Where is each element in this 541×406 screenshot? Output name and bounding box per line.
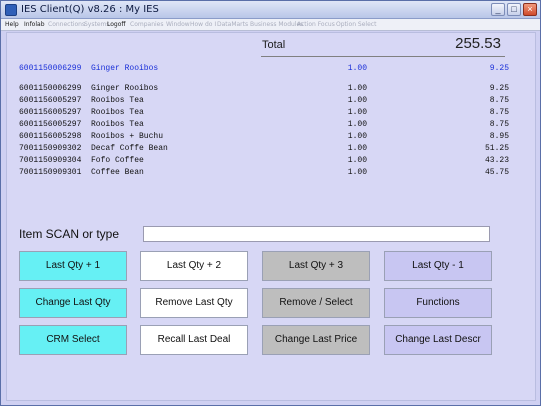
current-line-code: 6001150006299 <box>19 64 82 73</box>
change-last-descr-button[interactable]: Change Last Descr <box>384 325 492 355</box>
menu-datamarts: DataMarts <box>217 21 249 28</box>
menu-systems: Systems <box>84 21 110 28</box>
line-amount: 8.75 <box>489 96 509 105</box>
crm-select-button[interactable]: CRM Select <box>19 325 127 355</box>
current-line-description: Ginger Rooibos <box>91 64 159 73</box>
last-qty-plus-2-button[interactable]: Last Qty + 2 <box>140 251 248 281</box>
line-code: 6001156005298 <box>19 132 82 141</box>
title-bar: IES Client(Q) v8.26 : My IES _ □ × <box>1 1 540 19</box>
line-code: 7001150909304 <box>19 156 82 165</box>
line-amount: 45.75 <box>484 168 509 177</box>
item-scan-input[interactable] <box>143 226 490 242</box>
line-description: Ginger Rooibos <box>91 84 159 93</box>
menu-how-do-i: How do I <box>190 21 217 28</box>
pos-panel: Total 255.53 6001150006299 Ginger Rooibo… <box>6 32 536 401</box>
close-icon[interactable]: × <box>523 3 537 16</box>
line-code: 6001156005297 <box>19 120 82 129</box>
menu-help[interactable]: Help <box>5 19 19 31</box>
functions-button[interactable]: Functions <box>384 288 492 318</box>
line-qty: 1.00 <box>347 84 367 93</box>
list-item[interactable]: 6001150006299 Ginger Rooibos 1.00 9.25 <box>19 84 509 95</box>
line-description: Decaf Coffe Bean <box>91 144 168 153</box>
list-item[interactable]: 6001156005297 Rooibos Tea 1.00 8.75 <box>19 120 509 131</box>
line-qty: 1.00 <box>347 108 367 117</box>
recall-last-deal-button[interactable]: Recall Last Deal <box>140 325 248 355</box>
current-line-qty: 1.00 <box>347 64 367 73</box>
list-item[interactable]: 7001150909301 Coffee Bean 1.00 45.75 <box>19 168 509 179</box>
remove-last-qty-button[interactable]: Remove Last Qty <box>140 288 248 318</box>
change-last-qty-button[interactable]: Change Last Qty <box>19 288 127 318</box>
menu-bar: Help Infolab Connections Systems Logoff … <box>1 19 540 31</box>
menu-window: Window <box>166 21 190 28</box>
line-code: 6001156005297 <box>19 96 82 105</box>
menu-option-select: Option Select <box>336 21 377 28</box>
total-label: Total <box>262 39 286 51</box>
menu-connections: Connections <box>48 21 86 28</box>
line-qty: 1.00 <box>347 156 367 165</box>
change-last-price-button[interactable]: Change Last Price <box>262 325 370 355</box>
menu-action-focus: Action Focus <box>297 21 335 28</box>
line-description: Rooibos Tea <box>91 108 144 117</box>
minimize-icon[interactable]: _ <box>491 3 505 16</box>
last-qty-plus-3-button[interactable]: Last Qty + 3 <box>262 251 370 281</box>
list-item[interactable]: 7001150909302 Decaf Coffe Bean 1.00 51.2… <box>19 144 509 155</box>
remove-select-button[interactable]: Remove / Select <box>262 288 370 318</box>
list-item[interactable]: 6001156005297 Rooibos Tea 1.00 8.75 <box>19 96 509 107</box>
menu-infolab[interactable]: Infolab <box>24 19 45 31</box>
last-qty-plus-1-button[interactable]: Last Qty + 1 <box>19 251 127 281</box>
line-amount: 8.95 <box>489 132 509 141</box>
line-amount: 51.25 <box>484 144 509 153</box>
list-item[interactable]: 7001150909304 Fofo Coffee 1.00 43.23 <box>19 156 509 167</box>
line-code: 6001156005297 <box>19 108 82 117</box>
maximize-icon[interactable]: □ <box>507 3 521 16</box>
menu-business-modules: Business Modules <box>250 21 304 28</box>
line-qty: 1.00 <box>347 132 367 141</box>
line-amount: 43.23 <box>484 156 509 165</box>
line-qty: 1.00 <box>347 120 367 129</box>
line-qty: 1.00 <box>347 96 367 105</box>
line-code: 6001150006299 <box>19 84 82 93</box>
total-divider <box>261 56 505 57</box>
window-title: IES Client(Q) v8.26 : My IES <box>21 4 159 15</box>
line-code: 7001150909302 <box>19 144 82 153</box>
line-amount: 8.75 <box>489 108 509 117</box>
list-item[interactable]: 6001156005298 Rooibos + Buchu 1.00 8.95 <box>19 132 509 143</box>
line-qty: 1.00 <box>347 144 367 153</box>
menu-logoff[interactable]: Logoff <box>107 19 126 31</box>
app-icon <box>5 4 17 16</box>
line-code: 7001150909301 <box>19 168 82 177</box>
line-description: Rooibos Tea <box>91 96 144 105</box>
line-amount: 8.75 <box>489 120 509 129</box>
item-scan-label: Item SCAN or type <box>19 227 120 241</box>
total-value: 255.53 <box>455 35 501 52</box>
current-line-amount: 9.25 <box>489 64 509 73</box>
line-qty: 1.00 <box>347 168 367 177</box>
line-amount: 9.25 <box>489 84 509 93</box>
line-description: Rooibos Tea <box>91 120 144 129</box>
menu-companies: Companies <box>130 21 164 28</box>
current-line: 6001150006299 Ginger Rooibos 1.00 9.25 <box>19 64 509 75</box>
line-description: Fofo Coffee <box>91 156 144 165</box>
line-description: Coffee Bean <box>91 168 144 177</box>
last-qty-minus-1-button[interactable]: Last Qty - 1 <box>384 251 492 281</box>
ies-client-window: IES Client(Q) v8.26 : My IES _ □ × Help … <box>0 0 541 406</box>
line-description: Rooibos + Buchu <box>91 132 164 141</box>
list-item[interactable]: 6001156005297 Rooibos Tea 1.00 8.75 <box>19 108 509 119</box>
